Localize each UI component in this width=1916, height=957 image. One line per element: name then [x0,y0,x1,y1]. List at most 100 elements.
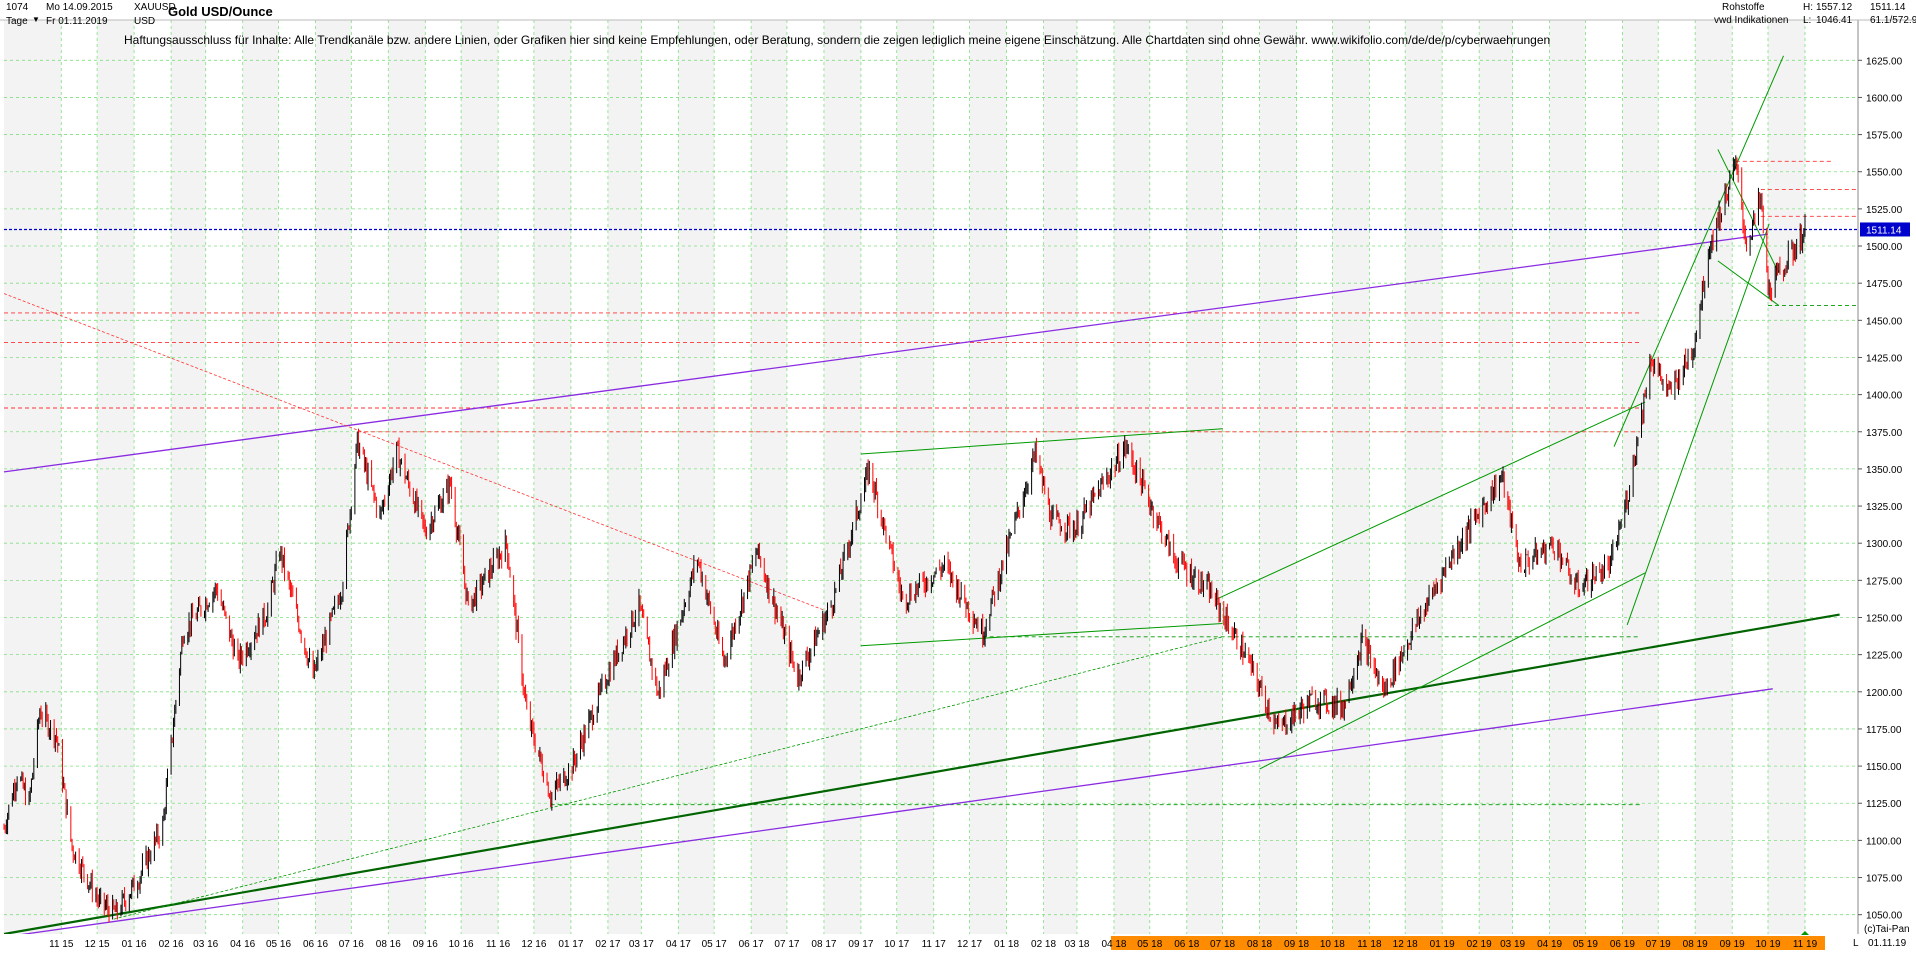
month-band [1369,20,1406,934]
month-band [714,20,752,934]
month-band [278,20,316,934]
high-label: H: [1803,2,1813,13]
x-tick-label: 11 15 [49,939,74,950]
timeframe-label[interactable]: Tage [6,16,28,27]
month-band [1006,20,1044,934]
x-tick-label: 04 19 [1537,939,1562,950]
x-tick-label: 10 17 [884,939,909,950]
month-band [1442,20,1480,934]
y-tick-label: 1275.00 [1866,576,1903,587]
x-tick-label: 02 19 [1467,939,1492,950]
x-tick-label: 12 16 [521,939,546,950]
x-tick-label: 04 18 [1101,939,1126,950]
category-label: Rohstoffe [1722,2,1765,13]
header-panel [0,0,1916,20]
month-band [933,20,970,934]
x-tick-label: 09 19 [1720,939,1745,950]
x-tick-label: 01 19 [1430,939,1455,950]
x-tick-label: 10 19 [1755,939,1780,950]
x-tick-label: 07 19 [1646,939,1671,950]
month-band [1149,20,1187,934]
x-tick-label: 01 18 [994,939,1019,950]
chart-root: 1050.00 1075.00 1100.00 1125.00 1150.00 1175.… [0,0,1916,952]
high-value: 1557.12 [1816,2,1853,13]
month-band [351,20,389,934]
y-tick-label: 1575.00 [1866,131,1903,142]
y-tick-label: 1525.00 [1866,205,1903,216]
x-tick-label: 02 17 [595,939,620,950]
x-tick-label: 02 18 [1031,939,1056,950]
y-tick-label: 1375.00 [1866,428,1903,439]
x-tick-label: 05 17 [702,939,727,950]
x-tick-label: 08 18 [1247,939,1272,950]
y-tick-label: 1350.00 [1866,465,1903,476]
x-tick-label: 04 17 [666,939,691,950]
month-band [1585,20,1623,934]
month-band [1222,20,1260,934]
last-price-label: 1511.14 [1866,225,1902,236]
y-tick-label: 1400.00 [1866,391,1903,402]
y-tick-label: 1150.00 [1866,762,1902,773]
disclaimer-text: Haftungsausschluss für Inhalte: Alle Tre… [124,33,1551,47]
y-tick-label: 1425.00 [1866,353,1903,364]
x-tick-label: 11 17 [922,939,947,950]
copyright-label: (c)Tai-Pan [1864,924,1910,935]
x-tick-label: 01 16 [122,939,147,950]
x-tick-label: 02 16 [159,939,184,950]
bar-count: 1074 [6,2,29,13]
corner-letter: L [1853,938,1859,949]
y-tick-label: 1075.00 [1866,874,1903,885]
y-tick-label: 1100.00 [1866,836,1902,847]
start-date-label: Mo 14.09.2015 [46,2,113,13]
y-tick-label: 1550.00 [1866,168,1903,179]
y-tick-label: 1050.00 [1866,911,1903,922]
x-tick-label: 06 17 [739,939,764,950]
change-value: 61.1/572.9 [1870,15,1916,26]
chart-title: Gold USD/Ounce [168,4,273,19]
y-tick-label: 1200.00 [1866,688,1903,699]
y-tick-label: 1475.00 [1866,279,1903,290]
month-band [1512,20,1550,934]
end-date-footer: 01.11.19 [1868,938,1907,949]
x-tick-label: 03 18 [1064,939,1089,950]
x-tick-label: 06 18 [1174,939,1199,950]
low-value: 1046.41 [1816,15,1853,26]
x-tick-label: 01 17 [558,939,583,950]
end-date-label: Fr 01.11.2019 [46,16,108,27]
gold-chart[interactable]: 1050.00 1075.00 1100.00 1125.00 1150.00 1175.… [0,0,1916,952]
y-tick-label: 1300.00 [1866,539,1903,550]
month-band [425,20,462,934]
x-tick-label: 06 16 [303,939,328,950]
month-band [1296,20,1333,934]
x-tick-label: 11 18 [1357,939,1382,950]
y-tick-label: 1250.00 [1866,614,1903,625]
month-band [498,20,534,934]
x-tick-label: 03 16 [193,939,218,950]
x-tick-label: 09 18 [1284,939,1309,950]
month-band [1805,20,1858,934]
x-tick-label: 09 17 [848,939,873,950]
month-band [1658,20,1696,934]
y-tick-label: 1500.00 [1866,242,1903,253]
y-tick-label: 1175.00 [1866,725,1902,736]
timeframe-dropdown-icon[interactable]: ▼ [32,15,40,24]
x-tick-label: 12 18 [1393,939,1418,950]
x-tick-label: 08 17 [811,939,836,950]
currency-label: USD [134,16,156,27]
last-value-header: 1511.14 [1870,2,1906,13]
month-band [1732,20,1769,934]
x-tick-label: 04 16 [230,939,255,950]
x-tick-label: 05 16 [266,939,291,950]
x-tick-label: 07 16 [339,939,364,950]
y-tick-label: 1625.00 [1866,56,1903,67]
x-tick-label: 03 17 [629,939,654,950]
month-band [61,20,98,934]
x-tick-label: 07 18 [1210,939,1235,950]
x-tick-label: 12 17 [957,939,982,950]
x-tick-label: 03 19 [1500,939,1525,950]
month-band [641,20,679,934]
x-tick-label: 06 19 [1610,939,1635,950]
source-label: vwd Indikationen [1714,15,1789,26]
x-tick-label: 09 16 [413,939,438,950]
y-tick-label: 1225.00 [1866,651,1903,662]
